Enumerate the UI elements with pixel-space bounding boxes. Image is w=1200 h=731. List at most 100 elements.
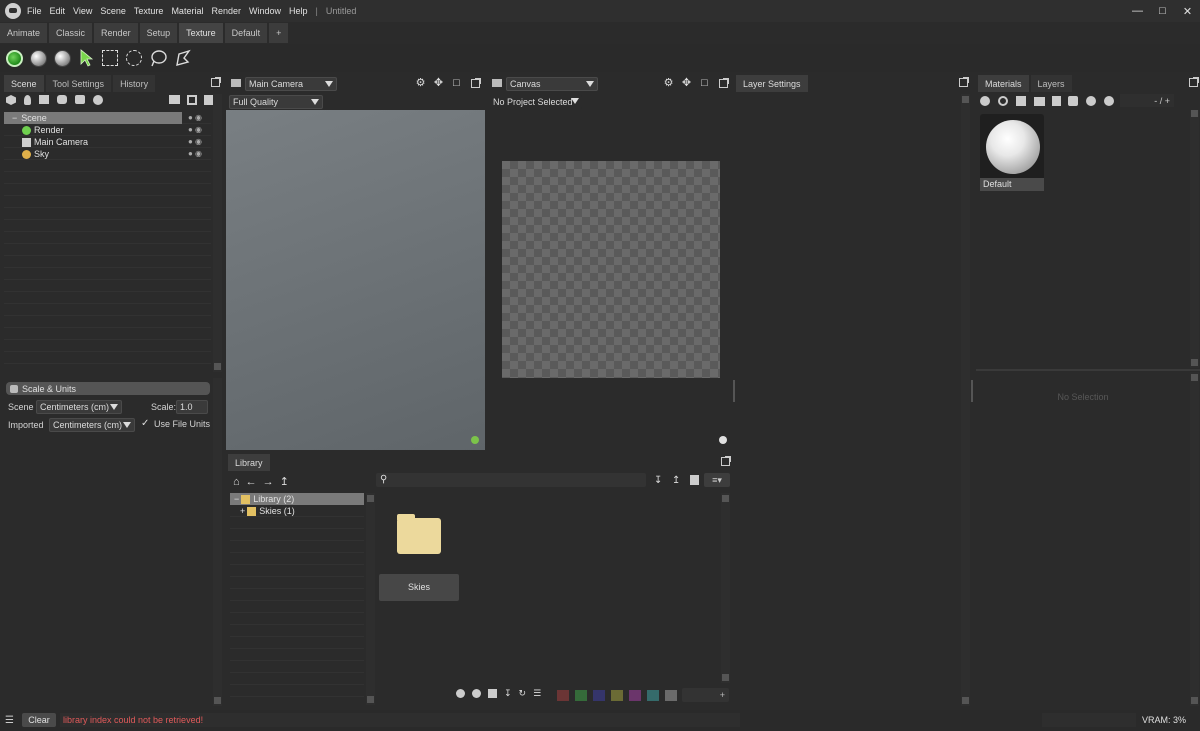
- popout-icon[interactable]: [719, 78, 729, 88]
- tab-layer-settings[interactable]: Layer Settings: [736, 75, 808, 92]
- scroll-down-icon[interactable]: [214, 697, 221, 704]
- minimize-icon[interactable]: —: [1125, 5, 1150, 17]
- filter-material-icon[interactable]: [456, 689, 465, 698]
- add-material-icon[interactable]: [980, 96, 990, 106]
- imported-units-select[interactable]: Centimeters (cm): [49, 418, 135, 432]
- scroll-down-icon[interactable]: [722, 674, 729, 681]
- folder-icon[interactable]: [169, 95, 180, 104]
- menu-view[interactable]: View: [73, 6, 92, 16]
- add-light-icon[interactable]: [24, 95, 31, 105]
- menu-lines-icon[interactable]: ☰: [5, 715, 14, 726]
- scroll-down-icon[interactable]: [1191, 697, 1198, 704]
- color-filter-swatch[interactable]: [593, 690, 605, 701]
- lock-icon[interactable]: ● ◉: [188, 113, 210, 125]
- fit-frame-icon[interactable]: □: [451, 78, 462, 89]
- trash-icon[interactable]: [690, 475, 699, 485]
- circle-select-button[interactable]: [124, 48, 144, 68]
- scene-scrollbar[interactable]: [213, 94, 222, 372]
- rect-select-button[interactable]: [100, 48, 120, 68]
- add-object-icon[interactable]: [6, 95, 16, 105]
- tab-render[interactable]: Render: [94, 23, 138, 43]
- canvas-transparency-area[interactable]: [502, 161, 720, 378]
- scroll-up-icon[interactable]: [367, 495, 374, 502]
- filter-texture-icon[interactable]: [488, 689, 497, 698]
- color-filter-swatch[interactable]: [575, 690, 587, 701]
- export-icon[interactable]: ↥: [672, 475, 682, 486]
- tab-materials[interactable]: Materials: [978, 75, 1029, 92]
- layer-settings-scrollbar[interactable]: [961, 94, 970, 706]
- material-thumbnail-default[interactable]: Default: [980, 114, 1044, 191]
- scroll-up-icon[interactable]: [1191, 374, 1198, 381]
- menu-edit[interactable]: Edit: [50, 6, 66, 16]
- duplicate-icon[interactable]: [187, 95, 197, 105]
- library-items-scrollbar[interactable]: [721, 493, 730, 683]
- trash-icon[interactable]: [1052, 96, 1061, 106]
- filter-object-icon[interactable]: [472, 689, 481, 698]
- add-environment-icon[interactable]: [57, 95, 67, 104]
- library-tree-skies[interactable]: + Skies (1): [240, 505, 295, 517]
- tab-classic[interactable]: Classic: [49, 23, 93, 43]
- material-pattern-icon[interactable]: [1016, 96, 1026, 106]
- tab-library[interactable]: Library: [228, 454, 270, 471]
- scene-units-select[interactable]: Centimeters (cm): [36, 400, 122, 414]
- move-icon[interactable]: ✥: [433, 78, 444, 89]
- scroll-up-icon[interactable]: [1191, 110, 1198, 117]
- lasso-select-button[interactable]: [148, 48, 168, 68]
- splitter-handle[interactable]: [733, 380, 735, 402]
- properties-scrollbar[interactable]: [213, 378, 222, 706]
- tab-default[interactable]: Default: [224, 23, 268, 43]
- use-file-units-checkbox[interactable]: ✓ Use File Units: [141, 419, 210, 430]
- popout-icon[interactable]: [211, 77, 221, 87]
- menu-material[interactable]: Material: [171, 6, 203, 16]
- tab-history[interactable]: History: [113, 75, 156, 92]
- menu-texture[interactable]: Texture: [134, 6, 164, 16]
- settings-gear-icon[interactable]: ⚙: [663, 78, 674, 89]
- scroll-up-icon[interactable]: [722, 495, 729, 502]
- thumbnail-size-slider[interactable]: +: [682, 688, 729, 702]
- lock-icon[interactable]: ● ◉: [188, 149, 210, 161]
- material-preview-button[interactable]: [28, 48, 48, 68]
- panel-divider[interactable]: [976, 369, 1200, 371]
- color-filter-swatch[interactable]: [647, 690, 659, 701]
- material-picker-icon[interactable]: [1068, 96, 1078, 106]
- color-filter-swatch[interactable]: [665, 690, 677, 701]
- materials-scrollbar[interactable]: [1190, 110, 1199, 368]
- scroll-down-icon[interactable]: [1191, 359, 1198, 366]
- lock-icon[interactable]: ● ◉: [188, 125, 210, 137]
- scroll-down-icon[interactable]: [214, 363, 221, 370]
- color-filter-swatch[interactable]: [557, 690, 569, 701]
- camera-select[interactable]: Main Camera: [245, 77, 337, 91]
- folder-icon[interactable]: [1034, 96, 1045, 106]
- move-icon[interactable]: ✥: [681, 78, 692, 89]
- scroll-down-icon[interactable]: [367, 696, 374, 703]
- material-count-stepper[interactable]: - / +: [1120, 94, 1174, 107]
- library-search-input[interactable]: ⚲: [376, 473, 646, 487]
- refresh-icon[interactable]: ↻: [519, 688, 527, 699]
- scroll-up-icon[interactable]: [962, 96, 969, 103]
- duplicate-material-icon[interactable]: [998, 96, 1008, 106]
- tab-texture[interactable]: Texture: [179, 23, 223, 43]
- tree-item-scene[interactable]: − Scene: [4, 112, 182, 124]
- scale-input[interactable]: 1.0: [176, 400, 208, 414]
- lock-icon[interactable]: ● ◉: [188, 137, 210, 149]
- settings-gear-icon[interactable]: ⚙: [415, 78, 426, 89]
- material-link-icon[interactable]: [1086, 96, 1096, 106]
- add-shape-icon[interactable]: [75, 95, 85, 104]
- tab-animate[interactable]: Animate: [0, 23, 48, 43]
- import-icon[interactable]: ↧: [654, 475, 664, 486]
- list-icon[interactable]: ☰: [533, 688, 541, 699]
- menu-scene[interactable]: Scene: [100, 6, 126, 16]
- material-settings-icon[interactable]: [1104, 96, 1114, 106]
- library-item-skies[interactable]: Skies: [379, 574, 459, 601]
- polygon-select-button[interactable]: [172, 48, 192, 68]
- popout-icon[interactable]: [959, 77, 969, 87]
- splitter-handle[interactable]: [971, 380, 973, 402]
- forward-arrow-icon[interactable]: →: [263, 476, 274, 488]
- tree-item-sky[interactable]: Sky: [22, 148, 49, 160]
- popout-icon[interactable]: [471, 78, 481, 88]
- tab-tool-settings[interactable]: Tool Settings: [45, 75, 112, 92]
- add-material-ball-icon[interactable]: [93, 95, 103, 105]
- menu-render[interactable]: Render: [211, 6, 241, 16]
- download-icon[interactable]: ↧: [504, 688, 512, 699]
- material-props-scrollbar[interactable]: [1190, 372, 1199, 706]
